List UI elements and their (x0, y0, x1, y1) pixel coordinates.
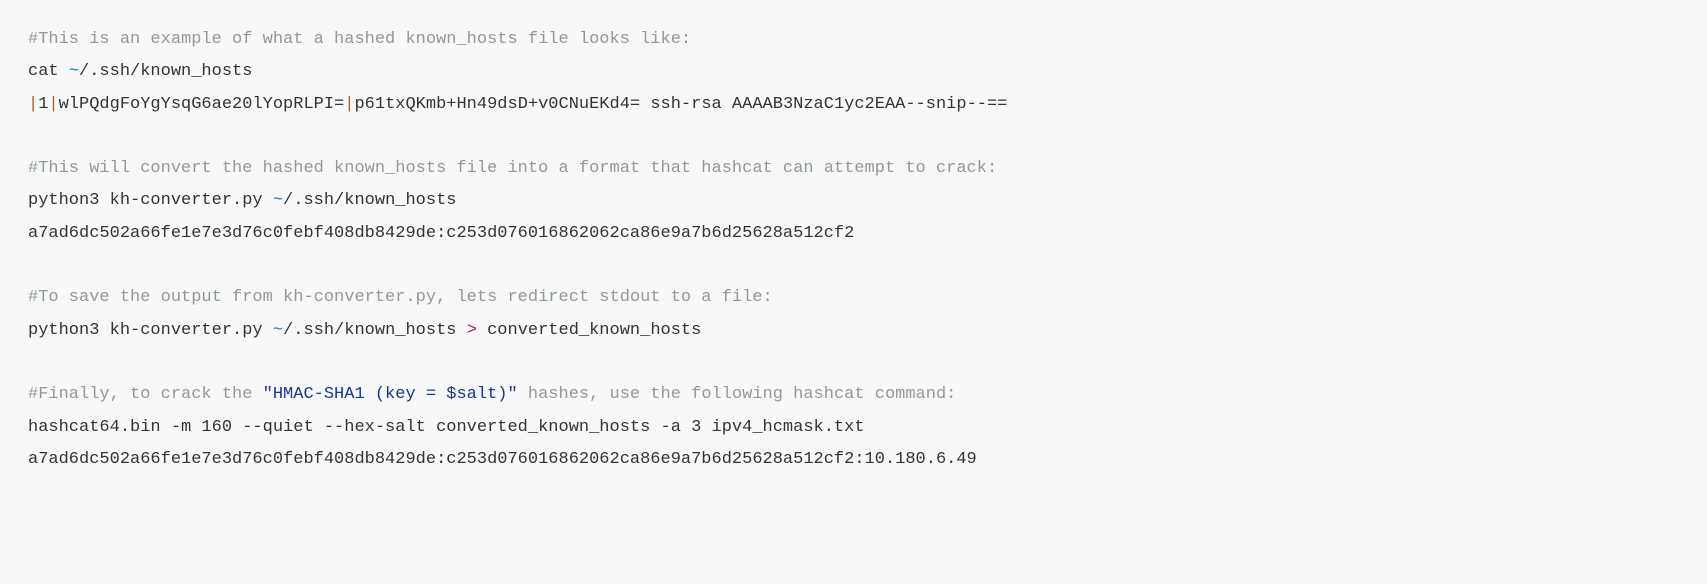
cmd-text: converted_known_hosts (477, 321, 701, 340)
pipe-char: | (28, 95, 38, 114)
comment-text: hashes, use the following hashcat comman… (518, 385, 957, 404)
tilde-char: ~ (69, 62, 79, 81)
comment-line: #To save the output from kh-converter.py… (28, 288, 773, 307)
comment-text: #Finally, to crack the (28, 385, 263, 404)
output-line: a7ad6dc502a66fe1e7e3d76c0febf408db8429de… (28, 450, 977, 469)
comment-line: #This is an example of what a hashed kno… (28, 30, 691, 49)
output-text: wlPQdgFoYgYsqG6ae20lYopRLPI= (59, 95, 345, 114)
output-line: a7ad6dc502a66fe1e7e3d76c0febf408db8429de… (28, 224, 854, 243)
pipe-char: | (344, 95, 354, 114)
cmd-text: /.ssh/known_hosts (283, 321, 467, 340)
output-text: 1 (38, 95, 48, 114)
command-line: python3 kh-converter.py ~/.ssh/known_hos… (28, 321, 701, 340)
tilde-char: ~ (273, 191, 283, 210)
command-line: hashcat64.bin -m 160 --quiet --hex-salt … (28, 418, 865, 437)
cmd-text: python3 kh-converter.py (28, 321, 273, 340)
cmd-text: /.ssh/known_hosts (283, 191, 456, 210)
tilde-char: ~ (273, 321, 283, 340)
cmd-text: cat (28, 62, 69, 81)
pipe-char: | (48, 95, 58, 114)
string-literal: "HMAC-SHA1 (key = $salt)" (263, 385, 518, 404)
command-line: cat ~/.ssh/known_hosts (28, 62, 252, 81)
cmd-text: /.ssh/known_hosts (79, 62, 252, 81)
redirect-char: > (467, 321, 477, 340)
code-block: #This is an example of what a hashed kno… (0, 0, 1707, 500)
cmd-text: python3 kh-converter.py (28, 191, 273, 210)
comment-line: #This will convert the hashed known_host… (28, 159, 997, 178)
output-text: p61txQKmb+Hn49dsD+v0CNuEKd4= ssh-rsa AAA… (354, 95, 1007, 114)
comment-line: #Finally, to crack the "HMAC-SHA1 (key =… (28, 385, 956, 404)
command-line: python3 kh-converter.py ~/.ssh/known_hos… (28, 191, 456, 210)
output-line: |1|wlPQdgFoYgYsqG6ae20lYopRLPI=|p61txQKm… (28, 95, 1007, 114)
